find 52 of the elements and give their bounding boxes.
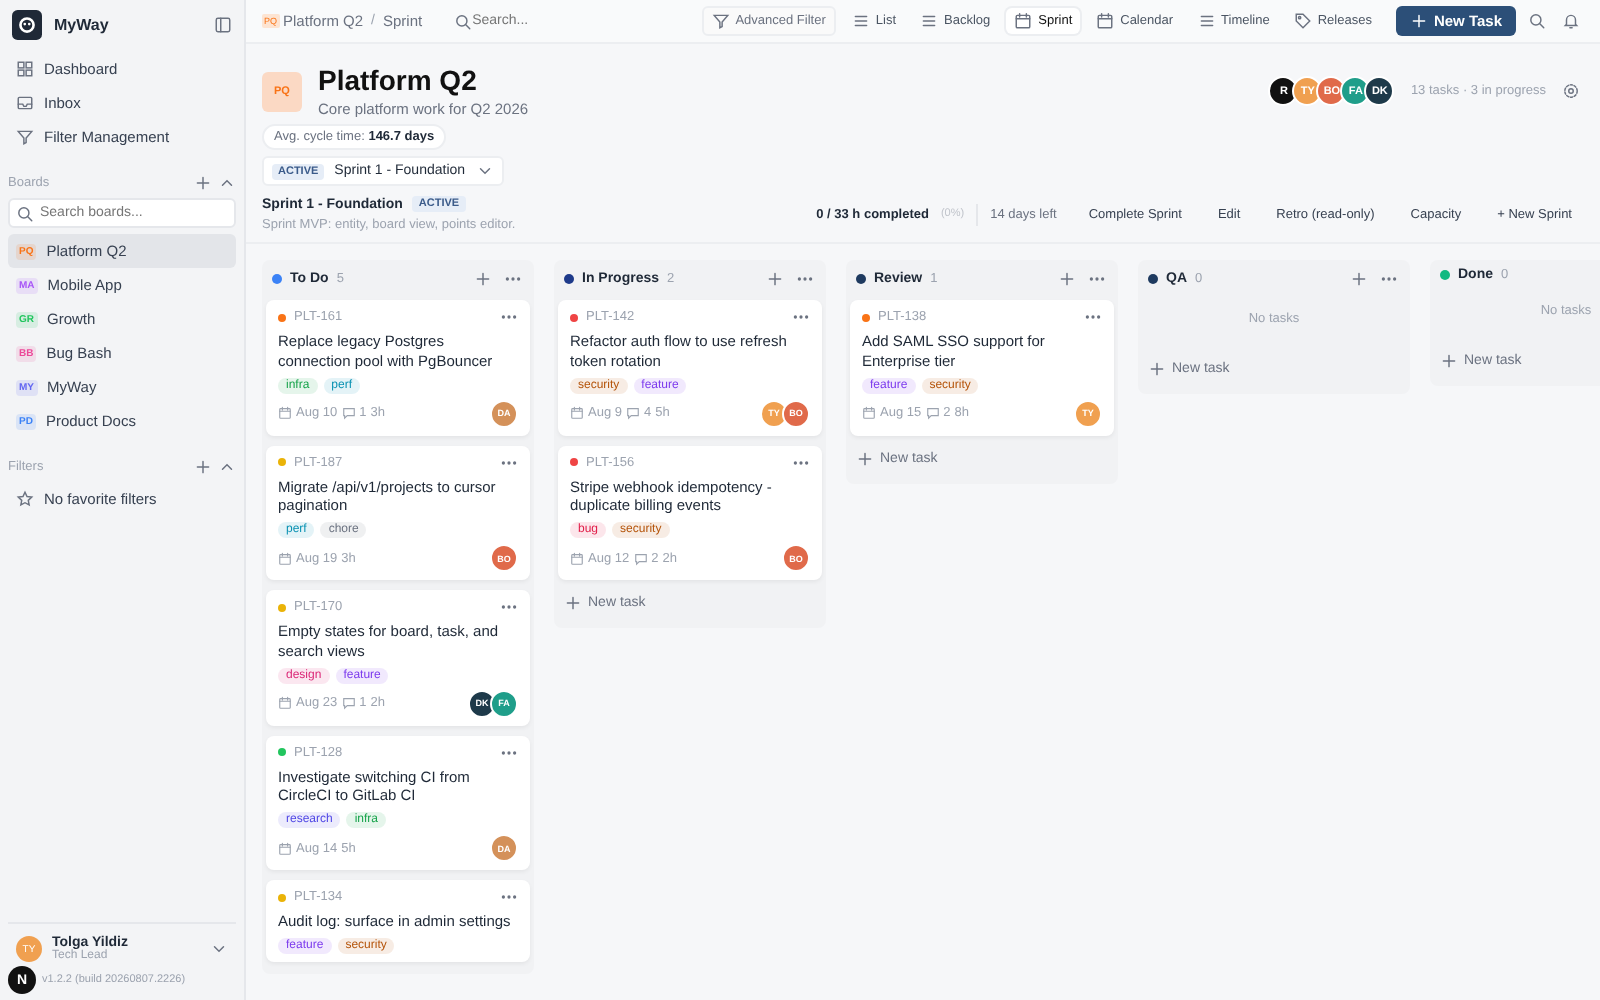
list-icon [920, 12, 939, 30]
add-task-button[interactable] [472, 268, 494, 290]
app-name: MyWay [54, 16, 109, 34]
comment-icon [925, 406, 940, 420]
collapse-icon [218, 458, 236, 476]
caret-icon [210, 940, 228, 958]
calendar-icon [1096, 12, 1115, 30]
plus-icon [564, 594, 582, 612]
caret-icon [475, 162, 494, 180]
board-title: Platform Q2 [318, 64, 479, 96]
sidebar-toggle-icon [214, 16, 232, 34]
tag-icon [1293, 12, 1312, 30]
calendar-icon [278, 696, 292, 710]
calendar-icon [570, 406, 584, 420]
comment-icon [633, 551, 648, 565]
plus-icon [766, 270, 784, 288]
search-icon [454, 12, 473, 30]
filter-icon [16, 128, 34, 146]
logo-icon [12, 10, 42, 40]
add-task-button[interactable] [1056, 268, 1078, 290]
plus-icon [1058, 270, 1076, 288]
comment-icon [341, 406, 356, 420]
search-icon [1528, 12, 1546, 30]
collapse-icon [218, 174, 236, 192]
plus-icon [1148, 360, 1166, 378]
list-icon [1197, 12, 1216, 30]
comment-icon [626, 406, 640, 420]
calendar-icon [862, 406, 876, 420]
plus-icon [474, 270, 492, 288]
calendar-icon [570, 551, 584, 565]
calendar-icon [278, 551, 292, 565]
comment-icon [341, 696, 356, 710]
bell-icon [1562, 12, 1580, 30]
add-icon [194, 458, 212, 476]
plus-icon [1409, 12, 1428, 30]
filter-icon [711, 12, 730, 30]
plus-icon [856, 449, 874, 467]
list-icon [851, 12, 870, 30]
plus-icon [1440, 352, 1458, 370]
inbox-icon [16, 94, 34, 112]
calendar-icon [1014, 12, 1033, 30]
add-task-button[interactable] [1348, 268, 1370, 290]
calendar-icon [278, 841, 292, 855]
star-icon [16, 490, 34, 508]
add-icon [194, 174, 212, 192]
search-button[interactable] [1524, 8, 1550, 34]
grid-icon [16, 60, 34, 78]
plus-icon [1350, 270, 1368, 288]
settings-icon [1562, 82, 1580, 100]
calendar-icon [278, 406, 292, 420]
search-icon [16, 204, 34, 222]
add-task-button[interactable] [764, 268, 786, 290]
